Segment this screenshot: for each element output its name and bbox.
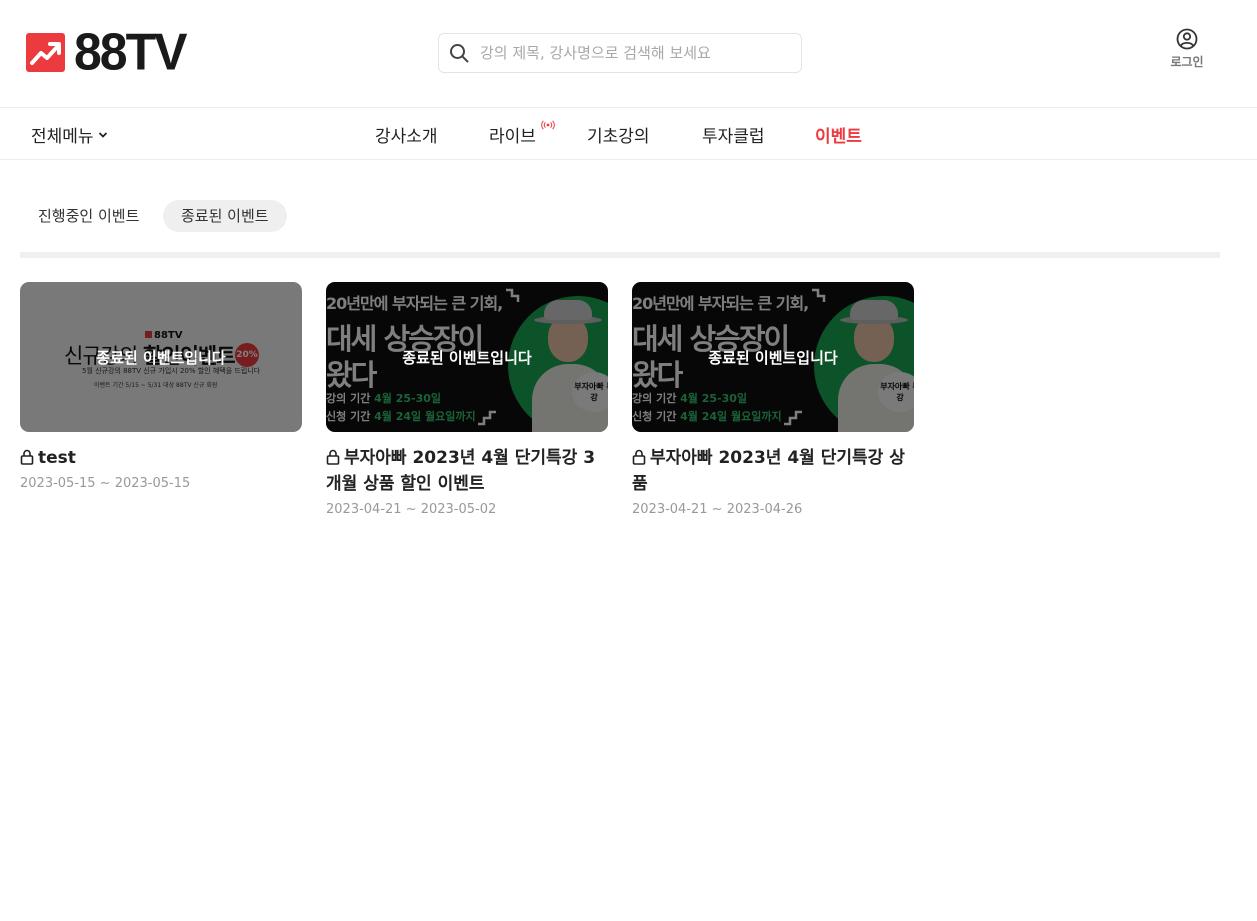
search-bar[interactable] xyxy=(438,33,802,73)
live-broadcast-icon xyxy=(541,120,555,130)
nav-item-basic-courses[interactable]: 기초강의 xyxy=(587,122,650,147)
lock-icon xyxy=(20,449,34,465)
login-button[interactable]: 로그인 xyxy=(1168,28,1206,70)
event-title: 부자아빠 2023년 4월 단기특강 3개월 상품 할인 이벤트 xyxy=(326,448,596,494)
event-thumbnail: 부자아빠 특강 20년만에 부자되는 큰 기회, 대세 상승장이 왔다 강의 기… xyxy=(326,282,608,432)
site-logo[interactable]: 88TV xyxy=(26,23,188,81)
search-input[interactable] xyxy=(480,44,780,62)
event-card[interactable]: 부자아빠 특강 20년만에 부자되는 큰 기회, 대세 상승장이 왔다 강의 기… xyxy=(326,282,608,523)
event-title: test xyxy=(20,445,302,471)
nav-item-events[interactable]: 이벤트 xyxy=(815,122,862,147)
nav-item-live[interactable]: 라이브 xyxy=(489,122,536,147)
logo-text: 88TV xyxy=(74,23,188,81)
ended-overlay-text: 종료된 이벤트입니다 xyxy=(708,348,838,367)
user-circle-icon xyxy=(1176,28,1198,50)
all-menu-label: 전체메뉴 xyxy=(31,127,94,147)
event-card[interactable]: 부자아빠 특강 20년만에 부자되는 큰 기회, 대세 상승장이 왔다 강의 기… xyxy=(632,282,914,523)
event-date: 2023-04-21 ~ 2023-05-02 xyxy=(326,502,497,517)
chevron-down-icon xyxy=(98,131,107,138)
ended-overlay-text: 종료된 이벤트입니다 xyxy=(96,348,226,367)
all-menu-button[interactable]: 전체메뉴 xyxy=(31,122,108,147)
nav-item-investment-club[interactable]: 투자클럽 xyxy=(702,122,765,147)
site-header: 88TV 로그인 xyxy=(0,0,1257,108)
event-date: 2023-05-15 ~ 2023-05-15 xyxy=(20,476,191,491)
ended-overlay-text: 종료된 이벤트입니다 xyxy=(402,348,532,367)
lock-icon xyxy=(632,449,646,465)
search-icon[interactable] xyxy=(449,43,469,63)
lock-icon xyxy=(326,449,340,465)
nav-item-instructors[interactable]: 강사소개 xyxy=(375,122,438,147)
event-thumbnail: 부자아빠 특강 20년만에 부자되는 큰 기회, 대세 상승장이 왔다 강의 기… xyxy=(632,282,914,432)
tab-ended-events[interactable]: 종료된 이벤트 xyxy=(163,200,287,232)
tab-ongoing-events[interactable]: 진행중인 이벤트 xyxy=(20,200,157,232)
login-label: 로그인 xyxy=(1170,55,1204,69)
section-divider xyxy=(20,252,1220,258)
main-nav: 전체메뉴 강사소개 라이브 기초강의 투자클럽 이벤트 xyxy=(0,108,1257,160)
trend-up-icon xyxy=(26,32,65,72)
event-date: 2023-04-21 ~ 2023-04-26 xyxy=(632,502,803,517)
event-thumbnail: 88TV 신규강의 할인이벤트 20% 5월 신규강의 88TV 신규 가입시 … xyxy=(20,282,302,432)
event-card[interactable]: 88TV 신규강의 할인이벤트 20% 5월 신규강의 88TV 신규 가입시 … xyxy=(20,282,302,497)
event-title: 부자아빠 2023년 4월 단기특강 상품 xyxy=(632,448,905,494)
